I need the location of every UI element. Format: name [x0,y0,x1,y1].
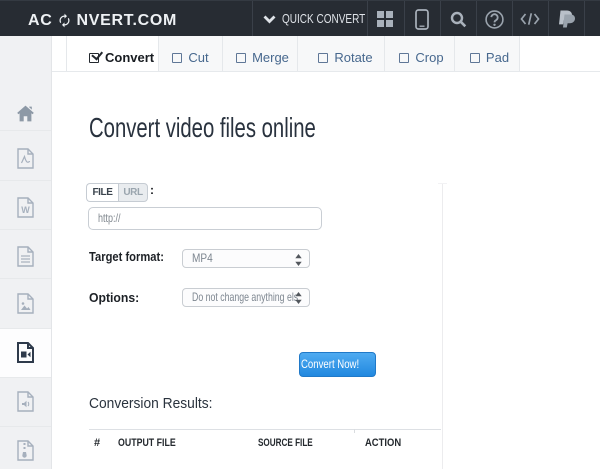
svg-text:W: W [21,205,30,215]
